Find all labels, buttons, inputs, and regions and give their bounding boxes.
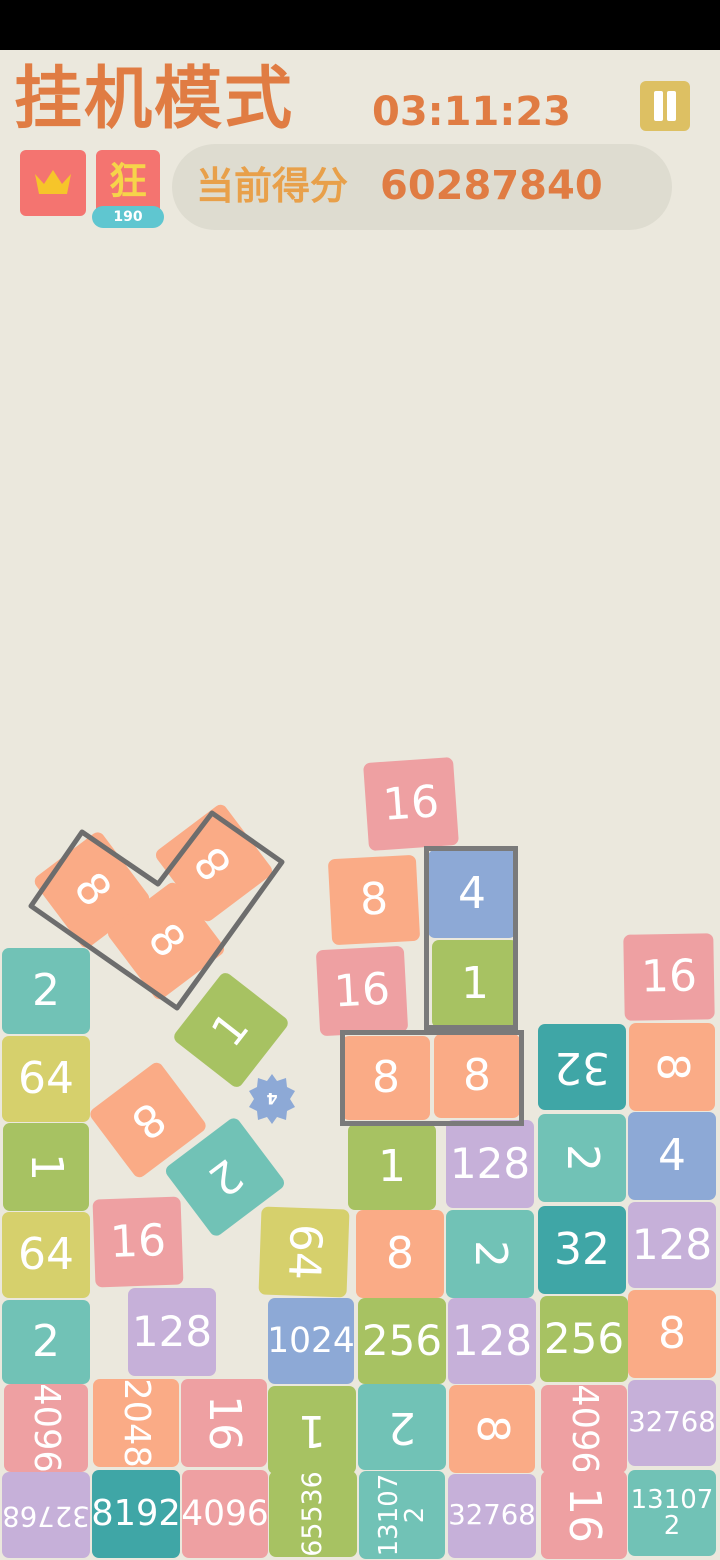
tile-128[interactable]: 128 bbox=[448, 1298, 536, 1384]
tile-131072[interactable]: 13107 2 bbox=[359, 1471, 445, 1559]
tile-32[interactable]: 32 bbox=[538, 1024, 626, 1110]
tile-2[interactable]: 2 bbox=[2, 1300, 90, 1384]
crown-icon bbox=[35, 170, 71, 194]
tile-64[interactable]: 64 bbox=[258, 1206, 350, 1298]
mode-count-badge: 190 bbox=[92, 206, 164, 228]
tile-128[interactable]: 128 bbox=[128, 1288, 216, 1376]
tile-16[interactable]: 16 bbox=[363, 756, 459, 852]
tile-8[interactable]: 8 bbox=[628, 1290, 716, 1378]
tile-65536[interactable]: 65536 bbox=[269, 1471, 357, 1557]
tile-4096[interactable]: 4096 bbox=[182, 1470, 268, 1558]
tile-32768[interactable]: 32768 bbox=[628, 1380, 716, 1466]
tile-2[interactable]: 2 bbox=[538, 1114, 626, 1202]
tile-2[interactable]: 2 bbox=[358, 1384, 446, 1470]
score-value: 60287840 bbox=[380, 163, 603, 209]
tile-1[interactable]: 1 bbox=[268, 1386, 356, 1474]
tile-8[interactable]: 8 bbox=[356, 1210, 444, 1298]
tile-32768[interactable]: 32768 bbox=[448, 1474, 536, 1558]
score-label: 当前得分 bbox=[196, 164, 349, 208]
tile-1[interactable]: 1 bbox=[3, 1123, 89, 1211]
tile-4096[interactable]: 4096 bbox=[4, 1384, 88, 1472]
tile-8[interactable]: 8 bbox=[449, 1385, 535, 1473]
tile-4[interactable]: 4 bbox=[428, 850, 516, 938]
tile-8[interactable]: 8 bbox=[434, 1034, 520, 1118]
leaderboard-button[interactable] bbox=[20, 150, 86, 216]
tile-4096[interactable]: 4096 bbox=[541, 1385, 627, 1473]
tile-1[interactable]: 1 bbox=[432, 940, 518, 1028]
tile-64[interactable]: 64 bbox=[2, 1036, 90, 1122]
tile-8[interactable]: 8 bbox=[342, 1036, 430, 1120]
mode-badge[interactable]: 狂 bbox=[96, 150, 160, 214]
tile-1[interactable]: 1 bbox=[348, 1124, 436, 1210]
piece-outline bbox=[28, 810, 285, 1011]
tile-16[interactable]: 16 bbox=[315, 945, 409, 1037]
tile-64[interactable]: 64 bbox=[2, 1212, 90, 1298]
tile-2048[interactable]: 2048 bbox=[93, 1379, 179, 1467]
tile-1024[interactable]: 1024 bbox=[268, 1298, 354, 1384]
tile-8[interactable]: 8 bbox=[629, 1023, 715, 1111]
tile-2[interactable]: 2 bbox=[446, 1210, 534, 1298]
pause-icon bbox=[654, 91, 663, 121]
tile-16[interactable]: 16 bbox=[92, 1196, 184, 1288]
game-timer: 03:11:23 bbox=[372, 89, 571, 135]
tile-128[interactable]: 128 bbox=[628, 1202, 716, 1288]
tile-16[interactable]: 16 bbox=[541, 1471, 627, 1559]
tile-128[interactable]: 128 bbox=[446, 1120, 534, 1208]
svg-text:4: 4 bbox=[266, 1089, 277, 1108]
tile-8[interactable]: 8 bbox=[327, 854, 421, 946]
tile-16[interactable]: 16 bbox=[181, 1379, 267, 1467]
pause-button[interactable] bbox=[640, 81, 690, 131]
status-bar bbox=[0, 0, 720, 50]
tile-8192[interactable]: 8192 bbox=[92, 1470, 180, 1558]
tile-32[interactable]: 32 bbox=[538, 1206, 626, 1294]
tile-16[interactable]: 16 bbox=[623, 933, 715, 1021]
tile-256[interactable]: 256 bbox=[358, 1298, 446, 1384]
gear-icon: 4 bbox=[249, 1074, 295, 1124]
tile-256[interactable]: 256 bbox=[540, 1296, 628, 1382]
tile-131072[interactable]: 13107 2 bbox=[628, 1470, 716, 1556]
tile-4[interactable]: 4 bbox=[628, 1112, 716, 1200]
tile-32768[interactable]: 32768 bbox=[2, 1472, 90, 1558]
page-title: 挂机模式 bbox=[14, 60, 295, 139]
